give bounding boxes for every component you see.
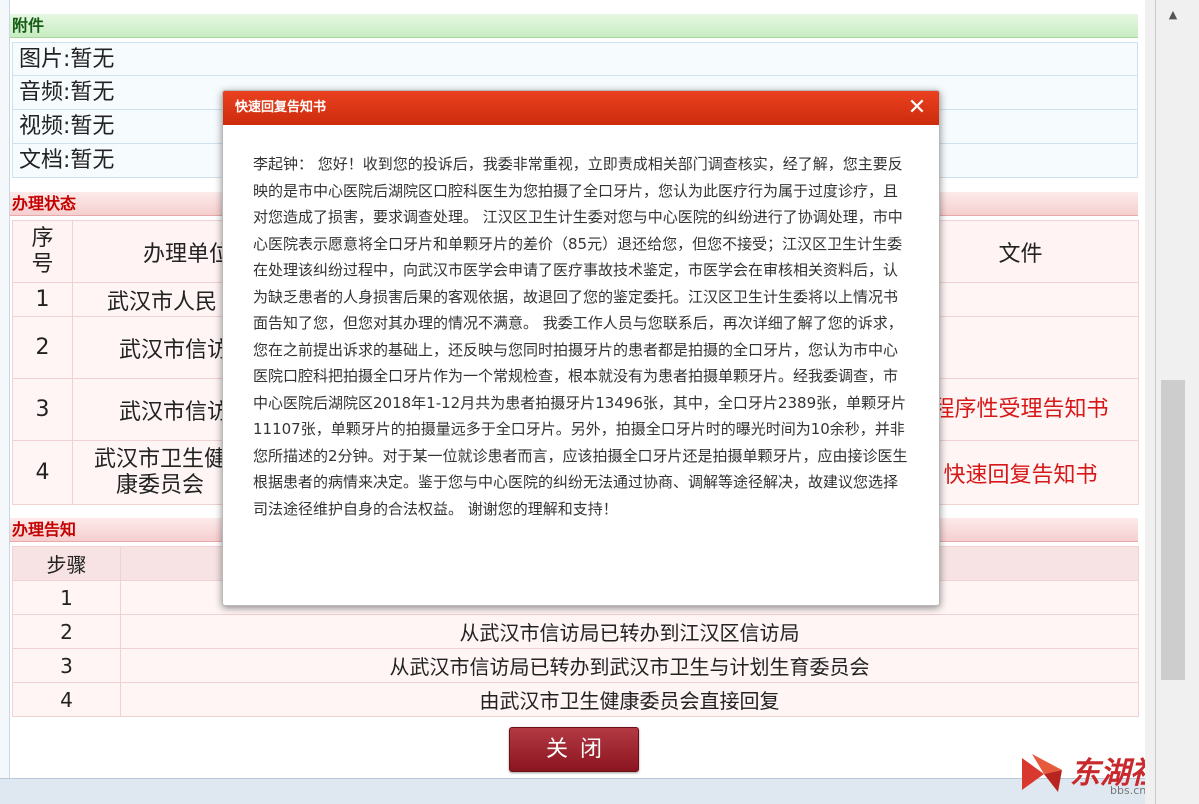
row-seq: 3 <box>12 378 73 441</box>
scroll-up-arrow-icon[interactable]: ▲ <box>1161 4 1185 24</box>
watermark-logo-icon <box>1022 754 1062 792</box>
row-step: 2 <box>12 614 121 649</box>
row-content: 由武汉市卫生健康委员会直接回复 <box>120 682 1139 717</box>
unit-text: 武汉市人民 <box>107 289 218 315</box>
row-seq: 1 <box>12 282 73 317</box>
scrollbar-divider <box>1155 0 1156 804</box>
dialog-body-text: 李起钟： 您好！收到您的投诉后，我委非常重视，立即责成相关部门调查核实，经了解，… <box>253 155 908 518</box>
col-step-header: 步骤 <box>12 546 121 581</box>
dialog-close-icon[interactable]: ✕ <box>905 96 929 120</box>
left-edge <box>0 0 10 804</box>
bottom-strip <box>0 778 1145 804</box>
attachment-images: 图片:暂无 <box>12 42 1138 76</box>
file-link-text[interactable]: 程序性受理告知书 <box>932 397 1108 422</box>
close-button[interactable]: 关闭 <box>509 727 639 772</box>
row-content: 从武汉市信访局已转办到江汉区信访局 <box>120 614 1139 649</box>
seq-header-text: 序 号 <box>31 225 54 277</box>
table-row: 4 由武汉市卫生健康委员会直接回复 <box>12 682 1139 717</box>
row-seq: 2 <box>12 316 73 379</box>
table-row: 3 从武汉市信访局已转办到武汉市卫生与计划生育委员会 <box>12 648 1139 683</box>
row-content: 从武汉市信访局已转办到武汉市卫生与计划生育委员会 <box>120 648 1139 683</box>
unit-text: 武汉市卫生健康委员会 <box>93 446 226 498</box>
col-seq-header: 序 号 <box>12 220 73 283</box>
dialog-title-bar: 快速回复告知书 ✕ <box>223 91 939 125</box>
row-step: 3 <box>12 648 121 683</box>
file-link-text[interactable]: 快速回复告知书 <box>943 463 1097 488</box>
unit-text: 武汉市信访 <box>119 337 230 363</box>
unit-text: 武汉市信访 <box>119 399 230 425</box>
scrollbar-thumb[interactable] <box>1161 380 1185 680</box>
vertical-scrollbar[interactable]: ▲ <box>1145 0 1199 804</box>
row-step: 1 <box>12 580 121 615</box>
dialog-title: 快速回复告知书 <box>235 100 327 115</box>
attachments-header: 附件 <box>10 14 1138 38</box>
table-row: 2 从武汉市信访局已转办到江汉区信访局 <box>12 614 1139 649</box>
row-seq: 4 <box>12 440 73 505</box>
row-step: 4 <box>12 682 121 717</box>
quick-reply-dialog: 快速回复告知书 ✕ 李起钟： 您好！收到您的投诉后，我委非常重视，立即责成相关部… <box>222 90 940 606</box>
unit-header-text: 办理单位 <box>143 241 232 267</box>
